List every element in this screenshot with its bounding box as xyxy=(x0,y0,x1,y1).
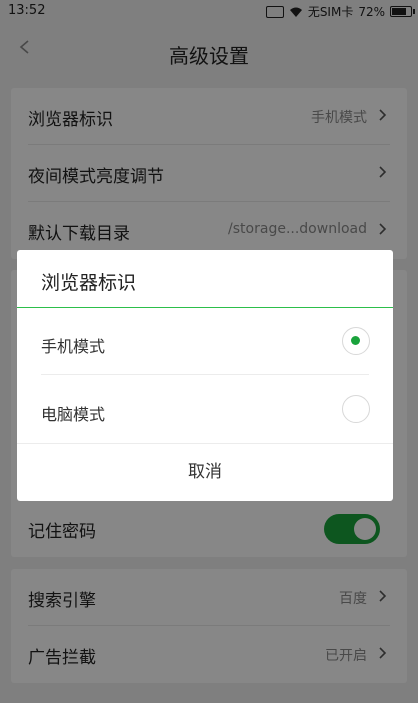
browser-id-dialog: 浏览器标识 手机模式 电脑模式 取消 xyxy=(17,250,393,501)
dialog-title-divider xyxy=(17,307,393,308)
option-label: 手机模式 xyxy=(41,337,106,356)
radio-unselected-icon[interactable] xyxy=(342,395,370,423)
screen: 13:52 无SIM卡 72% com 高级设置 浏览器标识 手机模式 夜 xyxy=(0,0,418,703)
option-label: 电脑模式 xyxy=(41,405,106,424)
option-mobile-mode[interactable]: 手机模式 xyxy=(17,310,393,375)
radio-selected-icon[interactable] xyxy=(342,327,370,355)
dialog-title: 浏览器标识 xyxy=(41,272,137,294)
option-desktop-mode[interactable]: 电脑模式 xyxy=(17,378,393,443)
cancel-button[interactable]: 取消 xyxy=(17,443,393,501)
